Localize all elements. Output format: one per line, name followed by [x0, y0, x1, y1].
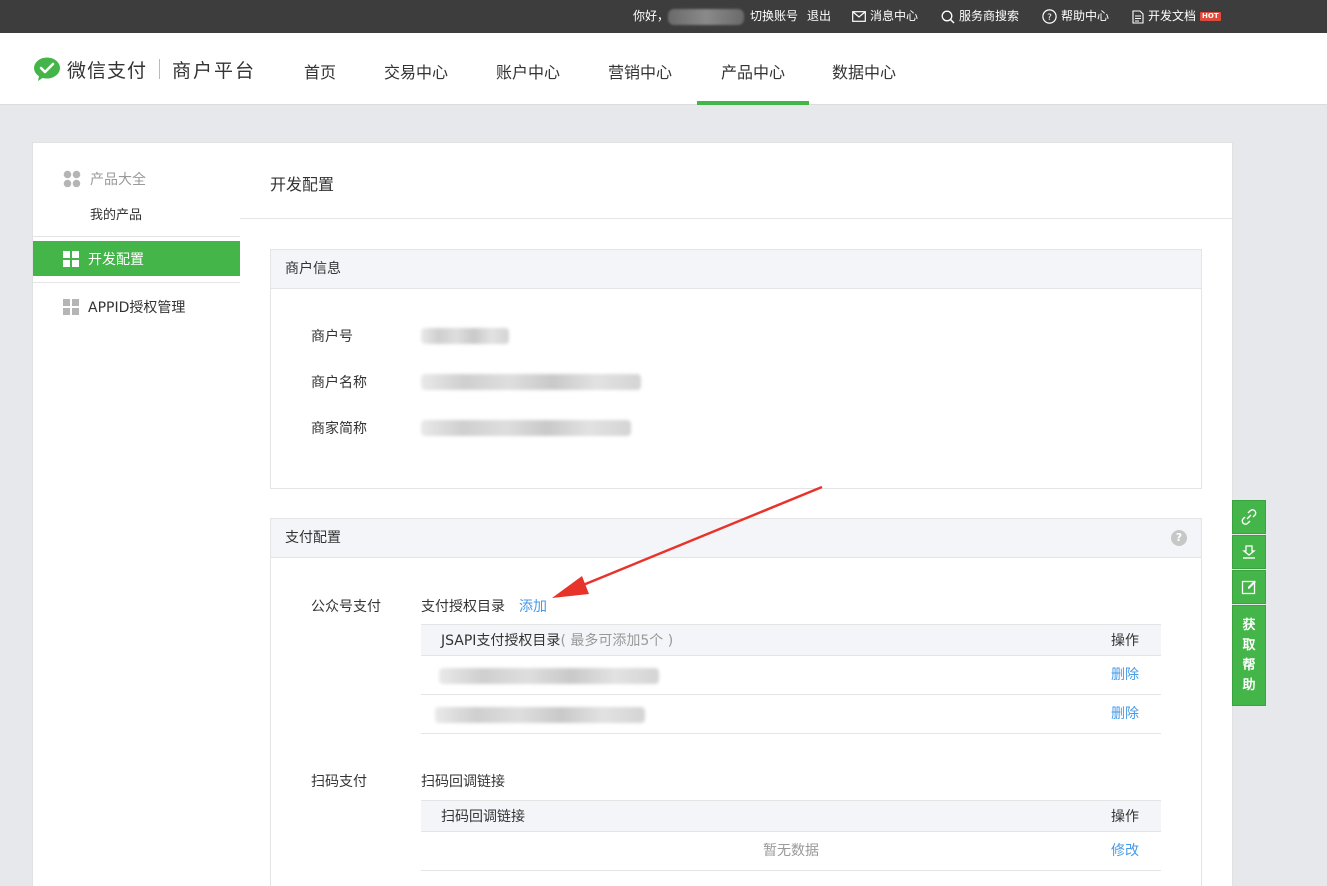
nav-data-center[interactable]: 数据中心 — [820, 33, 908, 105]
help-center-link[interactable]: ? 帮助中心 — [1042, 0, 1109, 33]
native-callback-label: 扫码回调链接 — [421, 774, 505, 790]
share-link-button[interactable] — [1232, 500, 1266, 534]
mail-icon — [852, 11, 866, 22]
nav-marketing-center[interactable]: 营销中心 — [596, 33, 684, 105]
merchant-info-panel: 商户信息 商户号 商户名称 商家简称 — [270, 249, 1202, 489]
title-divider — [240, 218, 1232, 219]
svg-text:?: ? — [1047, 13, 1052, 23]
brand-name: 微信支付 — [67, 59, 148, 82]
page-title: 开发配置 — [270, 175, 335, 194]
merchant-short-name-label: 商家简称 — [311, 421, 367, 437]
sidebar-group-label: 产品大全 — [90, 172, 146, 188]
nav-home[interactable]: 首页 — [288, 33, 352, 105]
main-header: 微信支付 商户平台 首页 交易中心 账户中心 营销中心 产品中心 数据中心 — [0, 33, 1327, 105]
hot-badge: HOT — [1200, 12, 1221, 21]
nav-account-center[interactable]: 账户中心 — [484, 33, 572, 105]
sidebar-divider — [33, 236, 240, 237]
jsapi-section-label: 公众号支付 — [311, 599, 381, 615]
empty-data-text: 暂无数据 — [763, 843, 819, 859]
auth-dir-url-redacted — [439, 668, 659, 684]
sidebar-item-my-products[interactable]: 我的产品 — [33, 201, 240, 225]
table-header: JSAPI支付授权目录( 最多可添加5个 ) 操作 — [421, 624, 1161, 656]
switch-account-link[interactable]: 切换账号 — [750, 0, 798, 33]
get-help-char: 帮 — [1242, 657, 1256, 673]
products-icon — [63, 170, 81, 188]
sidebar-group-products[interactable]: 产品大全 — [33, 167, 240, 191]
sidebar-divider — [33, 282, 240, 283]
sidebar-item-label: 开发配置 — [88, 251, 144, 268]
dev-docs-label: 开发文档 — [1148, 9, 1197, 23]
native-callback-table: 扫码回调链接 操作 暂无数据 修改 — [421, 800, 1161, 871]
dev-docs-link[interactable]: 开发文档 HOT — [1132, 0, 1221, 33]
jsapi-auth-dir-table: JSAPI支付授权目录( 最多可添加5个 ) 操作 删除 删除 — [421, 624, 1161, 734]
table-row: 删除 — [421, 695, 1161, 734]
grid-icon — [63, 298, 79, 315]
service-search-label: 服务商搜索 — [959, 9, 1020, 23]
download-button[interactable] — [1232, 535, 1266, 569]
edit-link[interactable]: 修改 — [1111, 832, 1139, 871]
search-icon — [941, 10, 955, 24]
jsapi-column-hint: ( 最多可添加5个 ) — [560, 633, 674, 649]
document-icon — [1132, 9, 1144, 24]
merchant-id-label: 商户号 — [311, 329, 353, 345]
pay-config-heading: 支付配置 — [285, 530, 341, 546]
get-help-button[interactable]: 获 取 帮 助 — [1232, 605, 1266, 706]
jsapi-column-title: JSAPI支付授权目录 — [441, 633, 561, 649]
sidebar: 产品大全 我的产品 开发配置 APPID授权管理 — [32, 142, 241, 886]
top-bar: 你好， 切换账号 退出 消息中心 服务商搜索 ? 帮助中心 开发文档 HOT — [0, 0, 1327, 33]
logo-divider — [159, 59, 161, 79]
action-column-header: 操作 — [1111, 633, 1139, 649]
add-auth-dir-link[interactable]: 添加 — [519, 596, 547, 616]
merchant-id-value-redacted — [421, 328, 509, 344]
grid-icon — [63, 250, 79, 267]
merchant-short-name-value-redacted — [421, 420, 631, 436]
get-help-char: 助 — [1242, 677, 1256, 693]
get-help-char: 获 — [1242, 617, 1256, 633]
merchant-info-heading: 商户信息 — [271, 250, 1201, 289]
nav-trade-center[interactable]: 交易中心 — [372, 33, 460, 105]
table-header: 扫码回调链接 操作 — [421, 800, 1161, 832]
help-center-label: 帮助中心 — [1061, 9, 1110, 23]
link-icon — [1241, 509, 1257, 525]
jsapi-column-header: JSAPI支付授权目录( 最多可添加5个 ) — [441, 625, 673, 657]
table-row: 暂无数据 修改 — [421, 832, 1161, 871]
sidebar-item-dev-config[interactable]: 开发配置 — [33, 241, 240, 276]
greeting-text: 你好， — [633, 9, 670, 23]
help-circle-icon[interactable]: ? — [1171, 530, 1187, 546]
auth-dir-url-redacted — [435, 707, 645, 723]
callback-column-header: 扫码回调链接 — [441, 809, 525, 825]
content-panel: 开发配置 商户信息 商户号 商户名称 商家简称 支付配置 ? 公众号支付 支付授… — [240, 142, 1233, 886]
nav-product-center[interactable]: 产品中心 — [697, 33, 809, 105]
feedback-button[interactable] — [1232, 570, 1266, 604]
wechat-pay-logo-icon — [34, 57, 60, 81]
service-search-link[interactable]: 服务商搜索 — [941, 0, 1019, 33]
pay-config-panel: 支付配置 ? 公众号支付 支付授权目录 添加 JSAPI支付授权目录( 最多可添… — [270, 518, 1202, 886]
logout-link[interactable]: 退出 — [807, 0, 831, 33]
sidebar-item-label: APPID授权管理 — [88, 299, 186, 316]
username-redacted — [668, 9, 744, 25]
question-icon: ? — [1042, 9, 1057, 24]
edit-icon — [1241, 580, 1256, 595]
delete-link[interactable]: 删除 — [1111, 695, 1139, 734]
logo[interactable]: 微信支付 商户平台 — [33, 55, 256, 83]
download-icon — [1242, 545, 1256, 559]
messages-label: 消息中心 — [870, 9, 919, 23]
action-column-header: 操作 — [1111, 809, 1139, 825]
delete-link[interactable]: 删除 — [1111, 656, 1139, 695]
jsapi-auth-dir-label: 支付授权目录 — [421, 599, 505, 615]
get-help-char: 取 — [1242, 637, 1256, 653]
merchant-name-label: 商户名称 — [311, 375, 367, 391]
messages-link[interactable]: 消息中心 — [852, 0, 918, 33]
sidebar-item-appid-auth[interactable]: APPID授权管理 — [33, 289, 240, 324]
table-row: 删除 — [421, 656, 1161, 695]
pay-config-header: 支付配置 ? — [271, 519, 1201, 558]
platform-name: 商户平台 — [172, 59, 257, 82]
native-section-label: 扫码支付 — [311, 774, 367, 790]
merchant-name-value-redacted — [421, 374, 641, 390]
